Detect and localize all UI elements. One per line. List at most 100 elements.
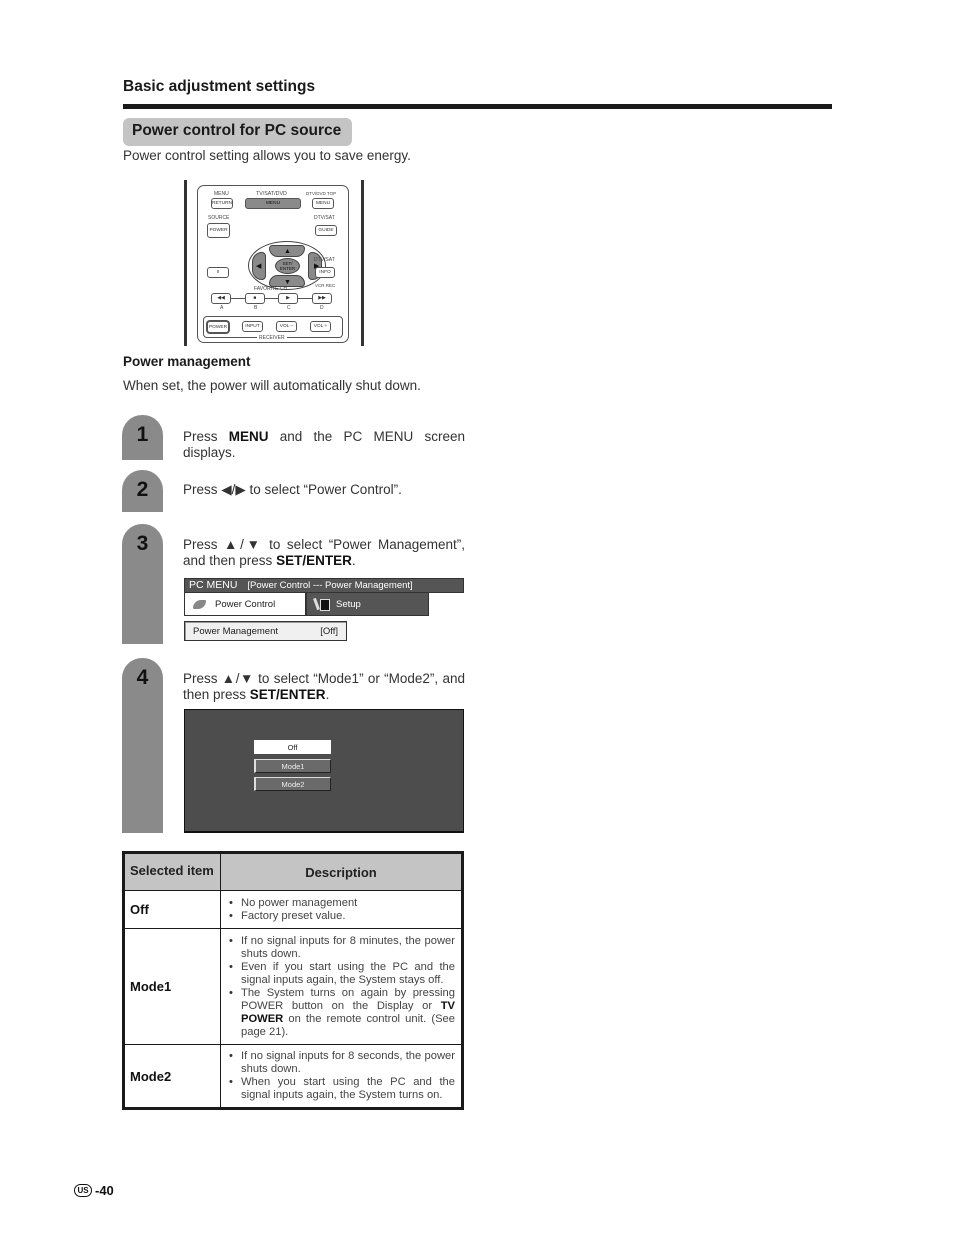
power-management-description: When set, the power will automatically s… [123, 378, 421, 393]
table-row: Mode2 If no signal inputs for 8 seconds,… [123, 1044, 463, 1109]
row-item-mode2: Mode2 [123, 1044, 221, 1109]
step-1-marker: 1 [122, 415, 163, 460]
menu-button: MENU [245, 198, 301, 209]
tv-sat-dvd-label: TV/SAT/DVD [256, 191, 287, 197]
guide-button: GUIDE [315, 225, 337, 236]
section-divider [123, 104, 832, 109]
info-button: INFO [315, 267, 335, 278]
bullet: If no signal inputs for 8 minutes, the p… [227, 935, 455, 961]
pc-menu-screen: PC MENU [Power Control --- Power Manageme… [184, 578, 464, 616]
row-desc-mode1: If no signal inputs for 8 minutes, the p… [220, 928, 463, 1045]
rewind-button: ◀◀ [211, 293, 231, 304]
step-2-marker: 2 [122, 470, 163, 512]
receiver-power-button: POWER [207, 321, 229, 333]
step-4-key: SET/ENTER [249, 687, 326, 702]
option-off[interactable]: Off [254, 740, 331, 754]
dtv-sat-label-2: DTV/SAT [314, 257, 335, 263]
remote-panel: MENU TV/SAT/DVD DTV/DVD TOP RETURN MENU … [197, 185, 349, 343]
row-desc-mode2: If no signal inputs for 8 seconds, the p… [220, 1044, 463, 1109]
down-arrow-icon: ▼ [284, 279, 291, 286]
step-1-number: 1 [136, 423, 149, 446]
step-2-number: 2 [136, 478, 149, 501]
vcr-rec-label: VCR REC [315, 283, 336, 288]
dpad-left: ◀ [252, 252, 266, 280]
step-1-text: Press MENU and the PC MENU screen displa… [183, 429, 465, 461]
step-2-text: Press ◀/▶ to select “Power Control”. [183, 482, 402, 497]
remote-edge-right [361, 180, 364, 346]
option-mode1[interactable]: Mode1 [254, 759, 331, 773]
bullet: No power management [227, 897, 455, 910]
label-c: C [287, 305, 291, 311]
pc-menu-tabs: Power Control Setup [184, 593, 464, 616]
receiver-label: RECEIVER [257, 335, 287, 341]
tool-icon [315, 598, 330, 611]
step-3-key: SET/ENTER [276, 553, 352, 568]
bullet: If no signal inputs for 8 seconds, the p… [227, 1050, 455, 1076]
power-management-item-label: Power Management [193, 625, 279, 637]
tab-setup[interactable]: Setup [306, 593, 429, 616]
bullet-text: The System turns on again by pressing PO… [241, 986, 455, 1012]
step-4-text: Press ▲/▼ to select “Mode1” or “Mode2”, … [183, 671, 465, 703]
subsection-title: Power control for PC source [123, 118, 352, 146]
pc-menu-breadcrumb: [Power Control --- Power Management] [247, 580, 413, 591]
left-arrow-icon: ◀ [256, 263, 262, 270]
intro-text: Power control setting allows you to save… [123, 148, 411, 163]
header-description: Description [220, 852, 463, 891]
step-4-post: . [325, 687, 330, 702]
step-1-pre: Press [183, 429, 229, 444]
page-number-text: -40 [95, 1183, 114, 1198]
tab-power-control-label: Power Control [215, 598, 276, 610]
step-3-text: Press ▲/▼ to select “Power Management”, … [183, 537, 465, 569]
up-arrow-icon: ▲ [284, 248, 291, 255]
tab-setup-label: Setup [336, 598, 361, 610]
dpad-up: ▲ [269, 245, 305, 257]
receiver-group: POWER INPUT VOL – VOL + RECEIVER [203, 316, 343, 341]
step-3-number: 3 [136, 532, 149, 555]
row-item-off: Off [123, 890, 221, 929]
leaf-icon [193, 599, 206, 609]
return-button: RETURN [211, 198, 233, 209]
remote-edge-left [184, 180, 187, 346]
label-b: B [254, 305, 258, 311]
us-region-badge: US [74, 1184, 92, 1197]
header-selected-item: Selected item [123, 852, 221, 891]
dtv-sat-label: DTV/SAT [314, 215, 335, 221]
remote-control-illustration: MENU TV/SAT/DVD DTV/DVD TOP RETURN MENU … [184, 180, 364, 346]
option-mode2[interactable]: Mode2 [254, 777, 331, 791]
row-item-mode1: Mode1 [123, 928, 221, 1045]
step-3-marker: 3 [122, 524, 163, 644]
tab-power-control[interactable]: Power Control [184, 593, 306, 616]
power-management-menu-item[interactable]: Power Management [Off] [184, 621, 347, 641]
table-row: Off No power management Factory preset v… [123, 890, 463, 929]
page-number: US -40 [74, 1183, 114, 1198]
step-1-key: MENU [228, 429, 269, 444]
label-a: A [220, 305, 224, 311]
section-title: Basic adjustment settings [123, 78, 316, 95]
row-desc-off: No power management Factory preset value… [220, 890, 463, 929]
pc-menu-title-bar: PC MENU [Power Control --- Power Manageme… [184, 578, 464, 593]
bullet: Factory preset value. [227, 910, 455, 923]
pc-menu-title: PC MENU [189, 579, 238, 591]
step-3-post: . [351, 553, 356, 568]
top-menu-button: MENU [312, 198, 334, 209]
step-4-marker: 4 [122, 658, 163, 833]
settings-description-table: Selected item Description Off No power m… [122, 851, 464, 1110]
label-d: D [320, 305, 324, 311]
power-management-item-value: [Off] [320, 625, 338, 637]
vol-down-button: VOL – [276, 321, 297, 332]
table-header-row: Selected item Description [123, 852, 463, 891]
bullet: Even if you start using the PC and the s… [227, 961, 455, 987]
bullet: The System turns on again by pressing PO… [227, 987, 455, 1039]
favorite-ch-label: FAVORITE CH [254, 286, 287, 292]
fast-forward-button: ▶▶ [312, 293, 332, 304]
menu-label: MENU [214, 191, 229, 197]
table-row: Mode1 If no signal inputs for 8 minutes,… [123, 928, 463, 1045]
set-enter-button: SET/ ENTER [275, 258, 300, 274]
play-button: ▶ [278, 293, 298, 304]
stop-button: ■ [245, 293, 265, 304]
mode-selection-screen: Off Mode1 Mode2 [184, 709, 464, 833]
power-management-title: Power management [123, 354, 251, 369]
vol-up-button: VOL + [310, 321, 331, 332]
dtv-dvd-top-label: DTV/DVD TOP [306, 191, 337, 196]
source-power-button: POWER [207, 223, 230, 238]
